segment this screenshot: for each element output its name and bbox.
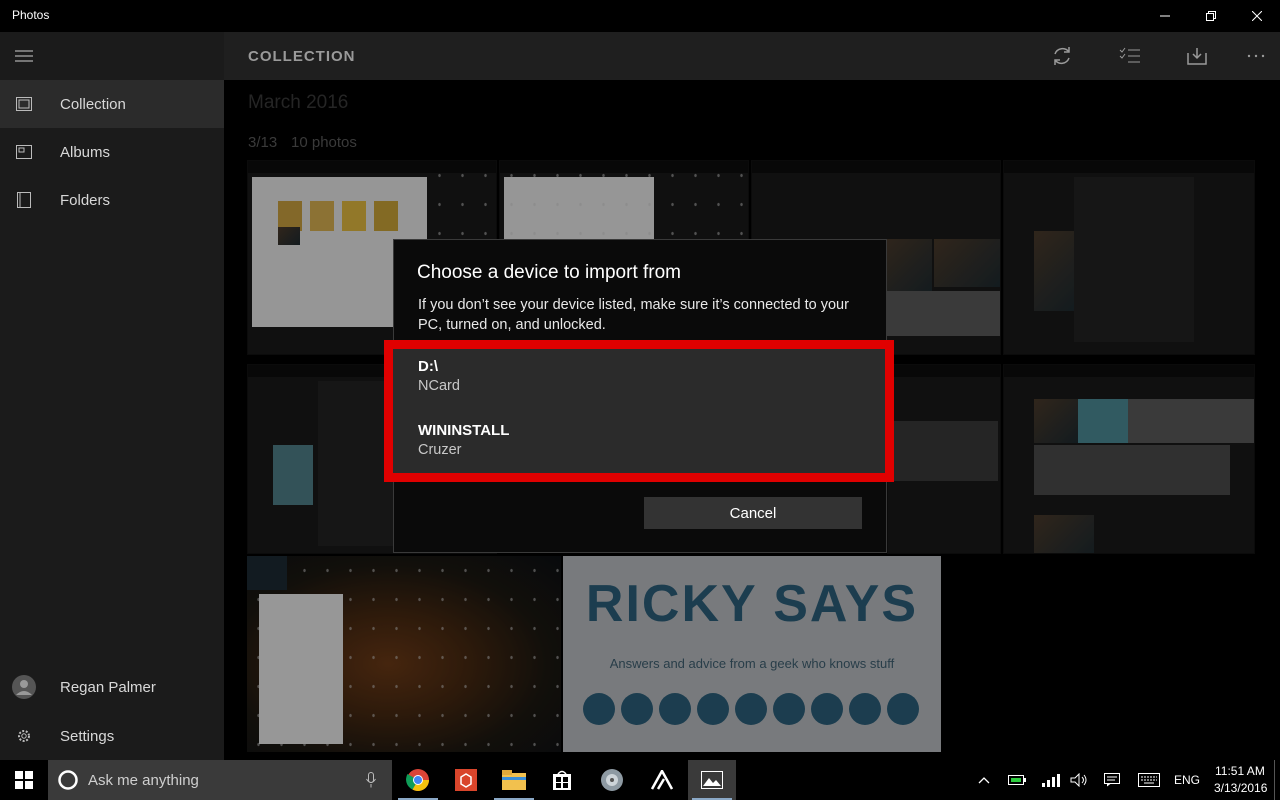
battery-tray-icon[interactable] (1006, 760, 1028, 800)
microphone-icon[interactable] (366, 772, 376, 788)
dialog-message: If you don’t see your device listed, mak… (418, 297, 849, 333)
cortana-icon (58, 770, 78, 790)
office-icon (455, 769, 477, 791)
folder-icon (502, 770, 526, 790)
wifi-tray-icon[interactable] (1040, 760, 1062, 800)
sidebar-item-albums[interactable]: Albums (0, 128, 224, 176)
start-button[interactable] (0, 760, 48, 800)
device-name: WININSTALL (418, 422, 510, 439)
cortana-search-box[interactable]: Ask me anything (48, 760, 392, 800)
photos-icon (701, 771, 723, 789)
minimize-icon (1160, 15, 1170, 17)
user-avatar-icon (12, 675, 36, 699)
photos-taskbar-button[interactable] (688, 760, 736, 800)
avatar (0, 663, 48, 711)
notification-icon (1104, 773, 1120, 787)
title-bar: Photos (0, 0, 1280, 32)
device-description: Cruzer (418, 442, 462, 458)
restore-icon (1206, 11, 1216, 21)
battery-icon (1008, 775, 1026, 785)
page-title: COLLECTION (248, 48, 356, 65)
page-header: COLLECTION (224, 32, 1280, 80)
refresh-icon (1054, 47, 1070, 65)
search-placeholder: Ask me anything (88, 772, 199, 789)
chrome-icon (406, 769, 429, 791)
windows-logo-icon (15, 771, 33, 789)
restore-button[interactable] (1188, 0, 1234, 32)
import-button[interactable] (1173, 32, 1221, 80)
import-icon (1187, 48, 1207, 65)
keyboard-icon (1138, 773, 1160, 787)
disc-icon (601, 769, 623, 791)
select-list-icon (1119, 47, 1140, 63)
sidebar-item-label: Collection (60, 95, 126, 113)
chrome-taskbar-button[interactable] (394, 760, 442, 800)
touch-keyboard-button[interactable] (1136, 760, 1162, 800)
sidebar-item-collection[interactable]: Collection (0, 80, 224, 128)
device-list: D:\ NCard WININSTALL Cruzer (384, 340, 894, 482)
hamburger-icon (15, 50, 33, 62)
sidebar-item-folders[interactable]: Folders (0, 176, 224, 224)
dialog-title: Choose a device to import from (417, 262, 682, 283)
settings-label: Settings (60, 727, 115, 745)
more-icon (1247, 54, 1265, 58)
triangle-logo-icon (651, 770, 673, 790)
collection-icon (0, 80, 48, 128)
sidebar-item-label: Folders (60, 191, 111, 209)
speaker-icon (1070, 773, 1087, 787)
device-item-wininstall[interactable]: WININSTALL Cruzer (418, 422, 509, 458)
store-taskbar-button[interactable] (538, 760, 586, 800)
action-center-button[interactable] (1101, 760, 1123, 800)
app-taskbar-button[interactable] (638, 760, 686, 800)
minimize-button[interactable] (1142, 0, 1188, 32)
refresh-button[interactable] (1038, 32, 1086, 80)
taskbar: Ask me anything ENG 11:51 AM 3/13/2016 (0, 760, 1280, 800)
select-button[interactable] (1106, 32, 1154, 80)
language-indicator[interactable]: ENG (1174, 773, 1200, 787)
user-name: Regan Palmer (60, 678, 156, 696)
clock-time[interactable]: 11:51 AM (1215, 764, 1265, 778)
albums-icon (0, 128, 48, 176)
clock-date[interactable]: 3/13/2016 (1214, 781, 1267, 795)
office-taskbar-button[interactable] (442, 760, 490, 800)
file-explorer-taskbar-button[interactable] (490, 760, 538, 800)
more-options-button[interactable] (1232, 32, 1280, 80)
media-taskbar-button[interactable] (588, 760, 636, 800)
hamburger-menu-button[interactable] (0, 32, 48, 80)
sidebar-item-label: Albums (60, 143, 111, 161)
device-item-d-drive[interactable]: D:\ NCard (418, 358, 460, 394)
window-title: Photos (12, 8, 50, 22)
folders-icon (0, 176, 48, 224)
wifi-icon (1042, 774, 1060, 787)
sidebar: Collection Albums Folders Regan Palmer S… (0, 32, 224, 760)
device-name: D:\ (418, 358, 438, 375)
show-desktop-button[interactable] (1274, 760, 1280, 800)
show-hidden-icons-button[interactable] (974, 760, 994, 800)
cancel-button[interactable]: Cancel (644, 497, 862, 529)
store-icon (553, 770, 571, 790)
close-icon (1252, 11, 1262, 21)
user-account-button[interactable]: Regan Palmer (0, 663, 224, 711)
close-button[interactable] (1234, 0, 1280, 32)
device-description: NCard (418, 378, 460, 394)
gear-icon (0, 712, 48, 760)
chevron-up-icon (978, 777, 990, 784)
volume-tray-icon[interactable] (1068, 760, 1090, 800)
settings-button[interactable]: Settings (0, 712, 224, 760)
